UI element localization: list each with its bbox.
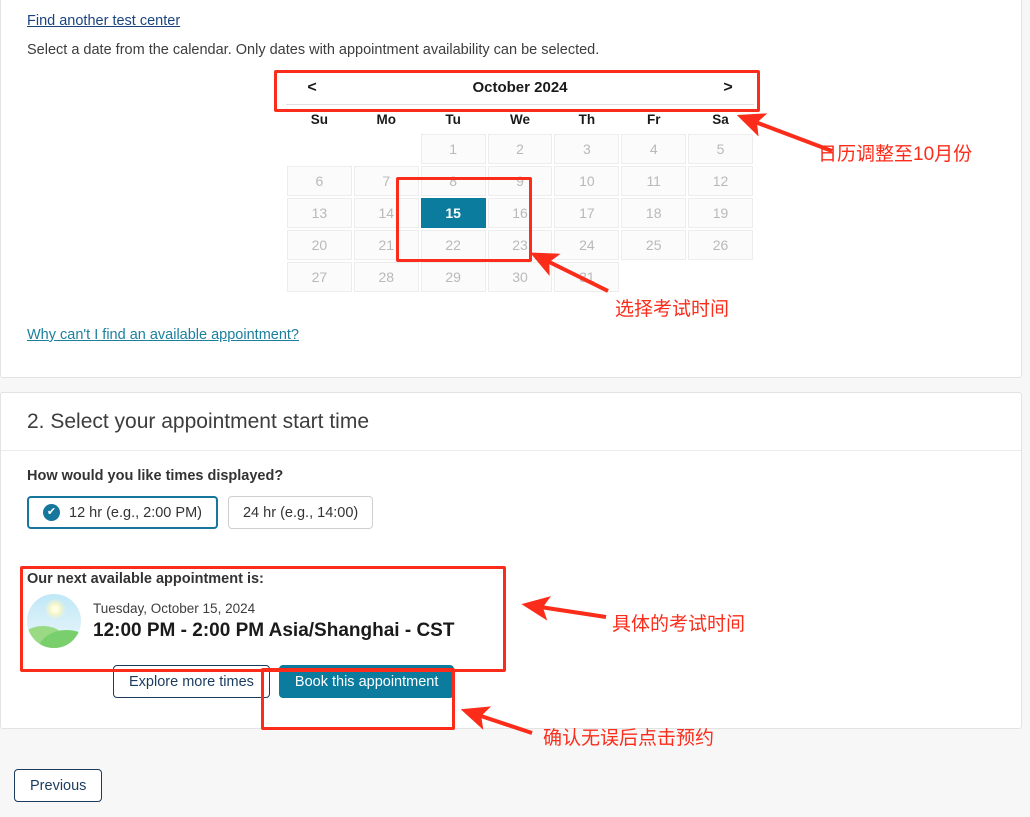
time-format-option[interactable]: 24 hr (e.g., 14:00) [227, 496, 374, 529]
calendar-day[interactable]: 31 [554, 262, 620, 292]
calendar-day[interactable]: 17 [554, 198, 620, 228]
calendar-day[interactable]: 24 [554, 230, 620, 260]
section-divider-band [0, 378, 1030, 392]
calendar-day[interactable]: 18 [621, 198, 687, 228]
calendar-day[interactable]: 4 [621, 134, 687, 164]
calendar-day[interactable]: 19 [688, 198, 753, 228]
select-time-panel: 2. Select your appointment start time Ho… [0, 392, 1022, 729]
page-title: 2. Select your appointment start time [27, 410, 369, 433]
next-appointment-heading: Our next available appointment is: [27, 571, 264, 587]
calendar-day[interactable]: 9 [487, 166, 553, 196]
calendar-day[interactable]: 22 [420, 230, 486, 260]
calendar-weekday: We [509, 112, 530, 127]
calendar-day[interactable]: 12 [688, 166, 753, 196]
calendar-day[interactable]: 21 [353, 230, 419, 260]
calendar-day[interactable]: 5 [688, 134, 753, 164]
calendar-header: < October 2024 > [286, 71, 754, 105]
calendar-weekday: Mo [376, 112, 397, 127]
calendar-instructions: Select a date from the calendar. Only da… [27, 42, 600, 58]
time-format-label: 24 hr (e.g., 14:00) [242, 504, 359, 521]
calendar-day-blank [354, 134, 419, 164]
sunrise-landscape-icon [27, 594, 81, 648]
calendar-month-title: October 2024 [472, 79, 568, 96]
calendar-day[interactable]: 10 [554, 166, 620, 196]
appointment-actions: Explore more times Book this appointment [113, 665, 455, 698]
calendar-day-grid[interactable]: 1 2 3 4 5 6 7 8 9 10 11 12 13 14 15 16 17 18 19 20 21 22 23 24 2… [286, 133, 754, 293]
calendar-day[interactable]: 28 [353, 262, 419, 292]
previous-month-icon[interactable]: < [300, 79, 324, 96]
calendar-day[interactable]: 26 [688, 230, 753, 260]
calendar-day-blank [287, 134, 352, 164]
previous-button[interactable]: Previous [14, 769, 103, 802]
calendar-day[interactable]: 8 [420, 166, 486, 196]
time-format-label: 12 hr (e.g., 2:00 PM) [69, 504, 202, 521]
explore-more-times-button[interactable]: Explore more times [113, 665, 270, 698]
appointment-date: Tuesday, October 15, 2024 [93, 600, 256, 616]
find-another-test-center-link[interactable]: Find another test center [27, 13, 180, 29]
time-format-question: How would you like times displayed? [27, 468, 284, 484]
calendar-day[interactable]: 30 [487, 262, 553, 292]
title-divider [1, 450, 1021, 451]
time-format-option[interactable]: ✔ 12 hr (e.g., 2:00 PM) [27, 496, 218, 529]
calendar-weekday: Su [310, 112, 329, 127]
calendar-day[interactable]: 23 [487, 230, 553, 260]
calendar-day[interactable]: 14 [353, 198, 419, 228]
appointment-calendar[interactable]: < October 2024 > Su Mo Tu We Th Fr Sa 12345678… [286, 71, 754, 293]
why-no-appointment-link[interactable]: Why can't I find an available appointmen… [27, 327, 299, 343]
calendar-day[interactable]: 11 [621, 166, 687, 196]
calendar-day[interactable]: 16 [487, 198, 553, 228]
calendar-day[interactable]: 1 [420, 134, 486, 164]
appointment-time: 12:00 PM - 2:00 PM Asia/Shanghai - CST [93, 619, 455, 641]
calendar-day[interactable]: 2 [487, 134, 553, 164]
check-circle-icon: ✔ [43, 504, 60, 521]
next-appointment-card: Our next available appointment is: Tuesd… [27, 571, 497, 648]
calendar-day[interactable]: 13 [287, 198, 352, 228]
calendar-weekday-row: Su Mo Tu We Th Fr Sa [286, 112, 754, 133]
calendar-weekday: Sa [712, 112, 729, 127]
calendar-day[interactable]: 20 [287, 230, 352, 260]
calendar-weekday: Fr [646, 112, 661, 127]
next-month-icon[interactable]: > [716, 79, 740, 96]
calendar-day[interactable]: 27 [287, 262, 352, 292]
calendar-day[interactable]: 6 [287, 166, 352, 196]
calendar-weekday: Th [578, 112, 596, 127]
calendar-day-selected[interactable]: 15 [420, 198, 486, 228]
calendar-day[interactable]: 7 [353, 166, 419, 196]
calendar-day[interactable]: 29 [420, 262, 486, 292]
time-format-toggle-group[interactable]: ✔ 12 hr (e.g., 2:00 PM) 24 hr (e.g., 14:00… [27, 496, 374, 529]
calendar-weekday: Tu [445, 112, 461, 127]
calendar-day[interactable]: 25 [621, 230, 687, 260]
calendar-day[interactable]: 3 [554, 134, 620, 164]
book-appointment-button[interactable]: Book this appointment [278, 665, 455, 698]
select-date-panel: Find another test center Select a date f… [0, 0, 1022, 378]
